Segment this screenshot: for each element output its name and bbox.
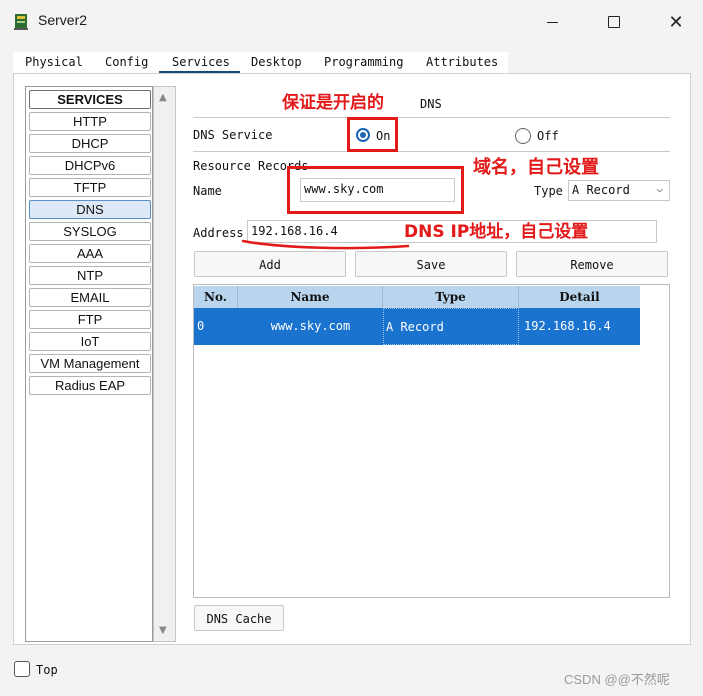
scroll-up-icon[interactable]: ▲ xyxy=(159,92,167,103)
tab-services[interactable]: Services xyxy=(172,55,230,69)
scroll-down-icon[interactable]: ▼ xyxy=(159,625,167,636)
divider xyxy=(193,151,670,152)
services-scrollbar[interactable] xyxy=(153,86,176,642)
annotation-address-note: DNS IP地址，自己设置 xyxy=(404,222,589,242)
service-item-dhcp[interactable]: DHCP xyxy=(29,134,151,153)
table-cell-name[interactable]: www.sky.com xyxy=(238,308,383,345)
dns-cache-button[interactable]: DNS Cache xyxy=(194,605,284,631)
services-header: SERVICES xyxy=(29,90,151,109)
annotation-box-name xyxy=(287,166,464,214)
tab-config[interactable]: Config xyxy=(105,55,148,69)
address-label: Address xyxy=(193,226,244,240)
tab-attributes[interactable]: Attributes xyxy=(426,55,498,69)
column-header-detail[interactable]: Detail xyxy=(519,286,640,308)
service-item-email[interactable]: EMAIL xyxy=(29,288,151,307)
dns-off-radio[interactable] xyxy=(515,128,531,144)
annotation-underline xyxy=(241,239,410,250)
service-item-syslog[interactable]: SYSLOG xyxy=(29,222,151,241)
maximize-icon xyxy=(608,16,620,28)
service-item-ftp[interactable]: FTP xyxy=(29,310,151,329)
remove-button[interactable]: Remove xyxy=(516,251,668,277)
tab-physical[interactable]: Physical xyxy=(25,55,83,69)
watermark: CSDN @@不然呢 xyxy=(564,672,670,687)
dns-service-label: DNS Service xyxy=(193,128,273,142)
service-item-ntp[interactable]: NTP xyxy=(29,266,151,285)
tab-programming[interactable]: Programming xyxy=(324,55,403,69)
window-title: Server2 xyxy=(38,12,88,28)
service-item-aaa[interactable]: AAA xyxy=(29,244,151,263)
service-item-http[interactable]: HTTP xyxy=(29,112,151,131)
column-header-type[interactable]: Type xyxy=(383,286,519,308)
service-item-iot[interactable]: IoT xyxy=(29,332,151,351)
service-item-dns[interactable]: DNS xyxy=(29,200,151,219)
minimize-icon xyxy=(546,21,558,23)
minimize-button[interactable] xyxy=(532,8,572,36)
annotation-on-note: 保证是开启的 xyxy=(282,93,384,113)
app-icon xyxy=(14,14,28,30)
annotation-name-note: 域名，自己设置 xyxy=(473,157,599,178)
top-checkbox[interactable] xyxy=(14,661,30,677)
column-header-no[interactable]: No. xyxy=(194,286,238,308)
annotation-box-on xyxy=(347,117,398,152)
service-item-dhcpv6[interactable]: DHCPv6 xyxy=(29,156,151,175)
divider xyxy=(193,117,670,118)
name-label: Name xyxy=(193,184,222,198)
service-item-tftp[interactable]: TFTP xyxy=(29,178,151,197)
chevron-down-icon: ⌵ xyxy=(656,182,663,195)
top-label: Top xyxy=(36,663,58,677)
maximize-button[interactable] xyxy=(594,8,634,36)
dns-heading: DNS xyxy=(420,97,442,111)
close-icon: ✕ xyxy=(668,11,684,33)
service-item-vm-management[interactable]: VM Management xyxy=(29,354,151,373)
column-header-name[interactable]: Name xyxy=(238,286,383,308)
table-cell-type[interactable]: A Record xyxy=(383,308,519,345)
table-cell-no[interactable]: 0 xyxy=(194,308,238,345)
type-select[interactable]: A Record ⌵ xyxy=(568,180,670,201)
type-select-value: A Record xyxy=(572,183,630,197)
type-label: Type xyxy=(534,184,563,198)
dns-off-label[interactable]: Off xyxy=(537,129,559,143)
table-cell-detail[interactable]: 192.168.16.4 xyxy=(519,308,640,345)
service-item-radius-eap[interactable]: Radius EAP xyxy=(29,376,151,395)
close-button[interactable]: ✕ xyxy=(656,8,696,36)
tab-desktop[interactable]: Desktop xyxy=(251,55,302,69)
